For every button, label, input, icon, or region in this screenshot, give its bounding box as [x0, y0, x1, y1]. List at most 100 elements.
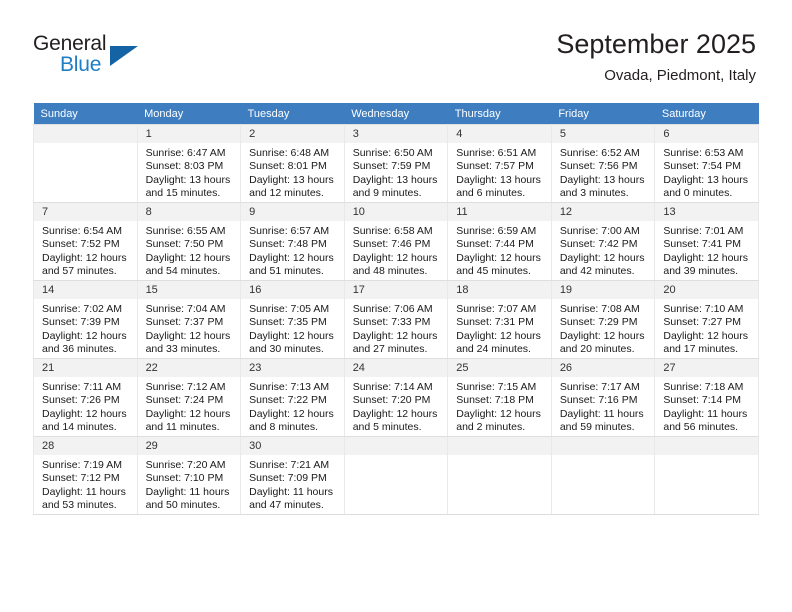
daylight-duration-line2: and 3 minutes. [559, 187, 629, 200]
calendar-day-cell[interactable]: 12 Sunrise: 7:00 AM Sunset: 7:42 PM Dayligh… [550, 202, 656, 281]
sunset-time: Sunset: 7:41 PM [663, 238, 742, 251]
calendar-day-cell[interactable]: 19 Sunrise: 7:08 AM Sunset: 7:29 PM Dayligh… [550, 280, 656, 359]
day-details: Sunrise: 7:05 AM Sunset: 7:35 PM Daylight:… [241, 299, 344, 357]
calendar-day-cell[interactable]: 28 Sunrise: 7:19 AM Sunset: 7:12 PM Dayligh… [33, 436, 138, 515]
calendar-day-cell[interactable]: 5 Sunrise: 6:52 AM Sunset: 7:56 PM Daylight… [550, 124, 656, 203]
sunset-time: Sunset: 7:35 PM [249, 316, 327, 329]
day-details: Sunrise: 7:14 AM Sunset: 7:20 PM Daylight:… [345, 377, 448, 435]
calendar-day-cell[interactable]: 27 Sunrise: 7:18 AM Sunset: 7:14 PM Dayligh… [654, 358, 759, 437]
calendar-day-cell[interactable]: 15 Sunrise: 7:04 AM Sunset: 7:37 PM Dayligh… [136, 280, 242, 359]
sunrise-time: Sunrise: 6:47 AM [145, 147, 226, 159]
calendar-day-cell[interactable]: 23 Sunrise: 7:13 AM Sunset: 7:22 PM Dayligh… [240, 358, 345, 437]
calendar-day-cell-empty [447, 436, 552, 515]
daylight-duration-line1: Daylight: 12 hours [352, 329, 438, 342]
day-details: Sunrise: 6:59 AM Sunset: 7:44 PM Daylight:… [448, 221, 551, 279]
calendar-day-cell[interactable]: 20 Sunrise: 7:10 AM Sunset: 7:27 PM Dayligh… [654, 280, 759, 359]
daylight-duration-line2: and 27 minutes. [352, 343, 428, 356]
day-cell-inner: 3 Sunrise: 6:50 AM Sunset: 7:59 PM Daylight… [344, 125, 448, 202]
day-details: Sunrise: 7:06 AM Sunset: 7:33 PM Daylight:… [345, 299, 448, 357]
calendar-day-cell[interactable]: 18 Sunrise: 7:07 AM Sunset: 7:31 PM Dayligh… [447, 280, 552, 359]
sunset-time: Sunset: 7:44 PM [456, 238, 534, 251]
day-number: 25 [448, 359, 551, 377]
calendar-day-cell[interactable]: 6 Sunrise: 6:53 AM Sunset: 7:54 PM Daylight… [654, 124, 759, 203]
day-number [344, 437, 448, 455]
day-cell-inner [34, 125, 137, 202]
calendar-day-cell[interactable]: 4 Sunrise: 6:51 AM Sunset: 7:57 PM Daylight… [447, 124, 552, 203]
sunset-time: Sunset: 7:54 PM [663, 160, 742, 173]
day-number: 18 [448, 281, 551, 299]
calendar-day-cell[interactable]: 13 Sunrise: 7:01 AM Sunset: 7:41 PM Dayligh… [654, 202, 759, 281]
day-cell-inner: 5 Sunrise: 6:52 AM Sunset: 7:56 PM Daylight… [551, 125, 655, 202]
day-cell-inner [344, 437, 448, 514]
calendar-day-cell[interactable]: 22 Sunrise: 7:12 AM Sunset: 7:24 PM Dayligh… [136, 358, 242, 437]
daylight-duration-line2: and 36 minutes. [42, 343, 117, 356]
sunrise-time: Sunrise: 7:10 AM [663, 303, 744, 315]
sunset-time: Sunset: 7:31 PM [456, 316, 534, 329]
daylight-duration-line2: and 33 minutes. [145, 343, 221, 356]
calendar-day-cell[interactable]: 17 Sunrise: 7:06 AM Sunset: 7:33 PM Dayligh… [343, 280, 449, 359]
calendar-day-cell[interactable]: 30 Sunrise: 7:21 AM Sunset: 7:09 PM Dayligh… [240, 436, 345, 515]
calendar-day-cell[interactable]: 7 Sunrise: 6:54 AM Sunset: 7:52 PM Daylight… [33, 202, 138, 281]
day-cell-inner: 30 Sunrise: 7:21 AM Sunset: 7:09 PM Dayligh… [241, 437, 344, 514]
daylight-duration-line2: and 54 minutes. [145, 265, 221, 278]
day-cell-inner: 21 Sunrise: 7:11 AM Sunset: 7:26 PM Dayligh… [34, 359, 137, 436]
calendar-day-cell[interactable]: 16 Sunrise: 7:05 AM Sunset: 7:35 PM Dayligh… [240, 280, 345, 359]
sunset-time: Sunset: 7:56 PM [559, 160, 638, 173]
daylight-duration-line1: Daylight: 12 hours [145, 407, 231, 420]
day-details: Sunrise: 7:20 AM Sunset: 7:10 PM Daylight:… [138, 455, 241, 513]
sunrise-time: Sunrise: 7:02 AM [42, 303, 122, 315]
daylight-duration-line2: and 8 minutes. [249, 421, 319, 434]
day-cell-inner: 20 Sunrise: 7:10 AM Sunset: 7:27 PM Dayligh… [655, 281, 758, 358]
calendar-table: Sunday Monday Tuesday Wednesday Thursday… [33, 103, 759, 515]
day-cell-inner: 14 Sunrise: 7:02 AM Sunset: 7:39 PM Dayligh… [34, 281, 137, 358]
day-number: 3 [344, 125, 448, 143]
calendar-day-cell[interactable]: 3 Sunrise: 6:50 AM Sunset: 7:59 PM Daylight… [343, 124, 449, 203]
day-details: Sunrise: 7:17 AM Sunset: 7:16 PM Daylight:… [552, 377, 655, 435]
day-details: Sunrise: 6:52 AM Sunset: 7:56 PM Daylight:… [552, 143, 655, 201]
calendar-day-cell[interactable]: 11 Sunrise: 6:59 AM Sunset: 7:44 PM Dayligh… [447, 202, 552, 281]
calendar-day-cell[interactable]: 1 Sunrise: 6:47 AM Sunset: 8:03 PM Daylight… [136, 124, 242, 203]
calendar-day-cell[interactable]: 14 Sunrise: 7:02 AM Sunset: 7:39 PM Dayligh… [33, 280, 138, 359]
daylight-duration-line2: and 53 minutes. [42, 499, 117, 512]
calendar-day-cell[interactable]: 29 Sunrise: 7:20 AM Sunset: 7:10 PM Dayligh… [136, 436, 242, 515]
day-cell-inner: 22 Sunrise: 7:12 AM Sunset: 7:24 PM Dayligh… [137, 359, 241, 436]
day-cell-inner: 4 Sunrise: 6:51 AM Sunset: 7:57 PM Daylight… [448, 125, 551, 202]
page-title: September 2025 [556, 29, 756, 59]
sunset-time: Sunset: 7:39 PM [42, 316, 120, 329]
calendar-day-cell[interactable]: 26 Sunrise: 7:17 AM Sunset: 7:16 PM Dayligh… [550, 358, 656, 437]
sunrise-time: Sunrise: 6:53 AM [663, 147, 744, 159]
sunrise-time: Sunrise: 7:13 AM [249, 381, 330, 393]
sunset-time: Sunset: 7:33 PM [352, 316, 431, 329]
day-details: Sunrise: 7:21 AM Sunset: 7:09 PM Daylight:… [241, 455, 344, 513]
calendar-day-cell[interactable]: 2 Sunrise: 6:48 AM Sunset: 8:01 PM Daylight… [240, 124, 345, 203]
day-number: 13 [655, 203, 758, 221]
day-number: 9 [241, 203, 344, 221]
sunrise-time: Sunrise: 7:20 AM [145, 459, 226, 471]
daylight-duration-line2: and 48 minutes. [352, 265, 428, 278]
sunrise-time: Sunrise: 7:12 AM [145, 381, 226, 393]
sunrise-time: Sunrise: 7:06 AM [352, 303, 433, 315]
calendar-day-cell[interactable]: 24 Sunrise: 7:14 AM Sunset: 7:20 PM Dayligh… [343, 358, 449, 437]
daylight-duration-line1: Daylight: 12 hours [456, 329, 541, 342]
day-cell-inner: 23 Sunrise: 7:13 AM Sunset: 7:22 PM Dayligh… [241, 359, 344, 436]
sunset-time: Sunset: 7:16 PM [559, 394, 638, 407]
calendar-day-cell[interactable]: 10 Sunrise: 6:58 AM Sunset: 7:46 PM Dayligh… [343, 202, 449, 281]
daylight-duration-line1: Daylight: 13 hours [249, 173, 334, 186]
day-cell-inner: 26 Sunrise: 7:17 AM Sunset: 7:16 PM Dayligh… [551, 359, 655, 436]
sunset-time: Sunset: 7:14 PM [663, 394, 742, 407]
sunset-time: Sunset: 7:50 PM [145, 238, 224, 251]
daylight-duration-line1: Daylight: 12 hours [249, 407, 334, 420]
day-details: Sunrise: 6:51 AM Sunset: 7:57 PM Daylight:… [448, 143, 551, 201]
day-details: Sunrise: 6:55 AM Sunset: 7:50 PM Daylight:… [138, 221, 241, 279]
calendar-day-cell[interactable]: 9 Sunrise: 6:57 AM Sunset: 7:48 PM Daylight… [240, 202, 345, 281]
sunset-time: Sunset: 7:22 PM [249, 394, 327, 407]
calendar-day-cell[interactable]: 21 Sunrise: 7:11 AM Sunset: 7:26 PM Dayligh… [33, 358, 138, 437]
sunrise-time: Sunrise: 7:07 AM [456, 303, 537, 315]
day-cell-inner: 17 Sunrise: 7:06 AM Sunset: 7:33 PM Dayligh… [344, 281, 448, 358]
weekday-header-thursday: Thursday [447, 103, 552, 125]
generalblue-logo[interactable]: General Blue [33, 32, 213, 84]
sunrise-time: Sunrise: 6:48 AM [249, 147, 330, 159]
calendar-day-cell[interactable]: 25 Sunrise: 7:15 AM Sunset: 7:18 PM Dayligh… [447, 358, 552, 437]
calendar-day-cell[interactable]: 8 Sunrise: 6:55 AM Sunset: 7:50 PM Daylight… [136, 202, 242, 281]
day-number: 23 [241, 359, 344, 377]
